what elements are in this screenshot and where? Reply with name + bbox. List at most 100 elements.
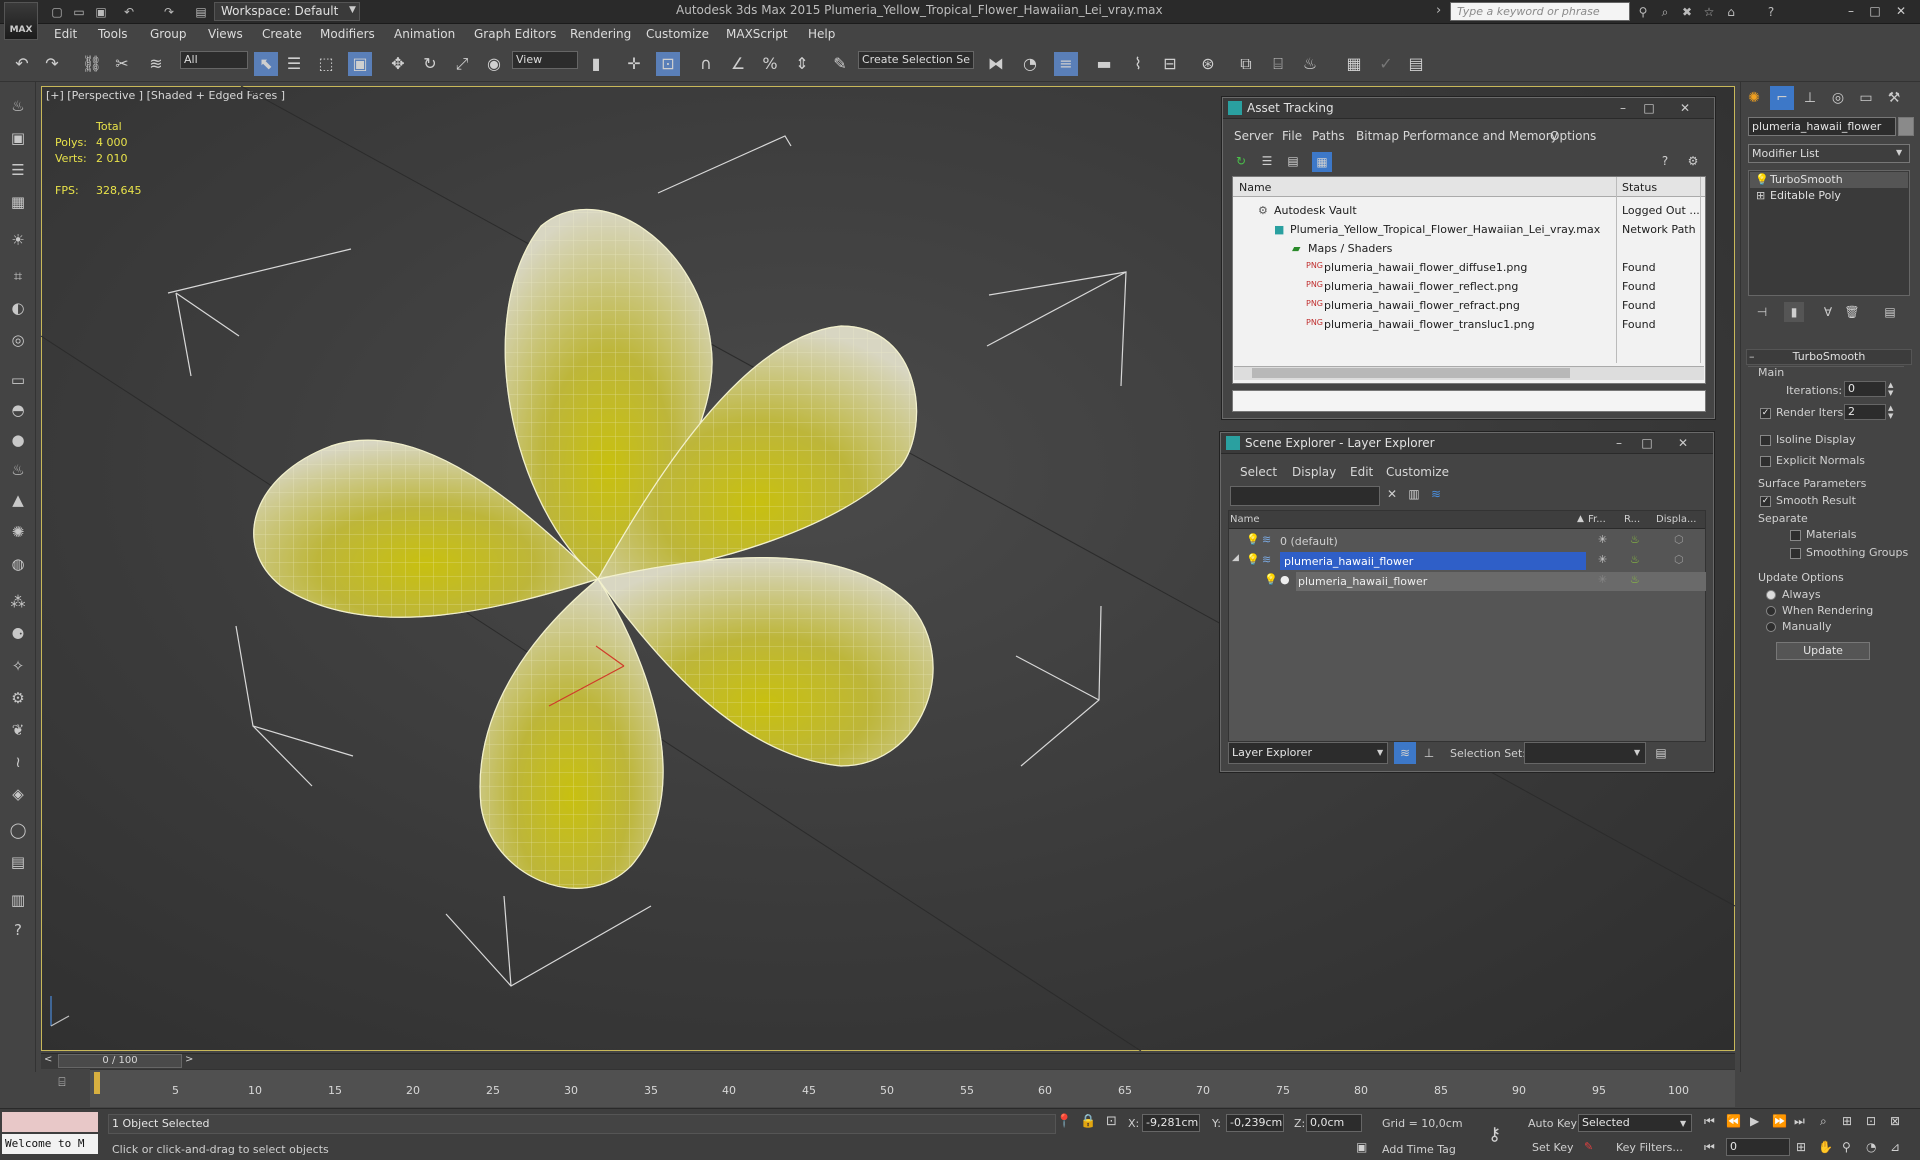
current-frame-marker[interactable]: [94, 1072, 100, 1094]
schematic-view-icon[interactable]: ⊟: [1158, 52, 1182, 76]
next-frame-icon[interactable]: ⏩: [1772, 1114, 1787, 1128]
new-file-icon[interactable]: ▢: [48, 3, 66, 21]
unlink-icon[interactable]: ✂: [110, 52, 134, 76]
modify-tab-icon[interactable]: ⌐: [1770, 86, 1794, 110]
walk-through-icon[interactable]: ⚲: [1842, 1140, 1851, 1154]
asset-close-button[interactable]: ✕: [1674, 99, 1696, 117]
application-button[interactable]: MAX: [4, 2, 38, 40]
menu-animation[interactable]: Animation: [394, 27, 455, 41]
rendered-frame-icon[interactable]: ⌸: [1266, 52, 1290, 76]
render-iters-spinner[interactable]: 2: [1844, 404, 1886, 420]
menu-maxscript[interactable]: MAXScript: [726, 27, 788, 41]
plant-icon[interactable]: ❦: [6, 718, 30, 742]
y-coordinate-field[interactable]: -0,239cm: [1226, 1114, 1284, 1132]
hierarchy-tab-icon[interactable]: ⊥: [1798, 86, 1822, 110]
object-name[interactable]: plumeria_hawaii_flower: [1298, 575, 1427, 588]
auto-key-button[interactable]: Auto Key: [1528, 1117, 1577, 1130]
field-of-view-icon[interactable]: ⊿: [1890, 1140, 1900, 1154]
favorite-star-icon[interactable]: ☆: [1700, 3, 1718, 21]
explorer-menu-display[interactable]: Display: [1292, 465, 1336, 479]
display-box-icon[interactable]: ⬡: [1674, 533, 1684, 546]
col-freeze[interactable]: Fr...: [1588, 514, 1606, 525]
camera-icon[interactable]: ⌗: [6, 264, 30, 288]
render-teapot-icon[interactable]: ♨: [1630, 573, 1640, 586]
filter-icon[interactable]: ▥: [1404, 484, 1424, 504]
light-bulb-icon[interactable]: 💡: [1246, 553, 1260, 566]
select-manipulate-icon[interactable]: ✛: [622, 52, 646, 76]
project-folder-icon[interactable]: ▤: [192, 3, 210, 21]
graphite-toggle-icon[interactable]: ▬: [1092, 52, 1116, 76]
torus-icon[interactable]: ◍: [6, 552, 30, 576]
pen-icon[interactable]: ✓: [1374, 52, 1398, 76]
turbosmooth-rollout-header[interactable]: TurboSmooth: [1746, 349, 1912, 365]
rectangular-selection-icon[interactable]: ⬚: [314, 52, 338, 76]
slider-prev-icon[interactable]: <: [44, 1054, 52, 1065]
hair-icon[interactable]: ≀: [6, 750, 30, 774]
modifier-list-dropdown[interactable]: Modifier List: [1748, 144, 1910, 163]
menu-edit[interactable]: Edit: [54, 27, 77, 41]
materials-checkbox[interactable]: [1790, 530, 1801, 541]
remove-modifier-icon[interactable]: 🗑: [1842, 302, 1862, 322]
menu-tools[interactable]: Tools: [98, 27, 128, 41]
display-tab-icon[interactable]: ▭: [1854, 86, 1878, 110]
asset-row-name[interactable]: plumeria_hawaii_flower_reflect.png: [1324, 280, 1518, 293]
film-icon[interactable]: ◎: [6, 328, 30, 352]
render-iters-checkbox[interactable]: ✓: [1760, 408, 1771, 419]
asset-maximize-button[interactable]: □: [1638, 99, 1660, 117]
thumbnail-view-icon[interactable]: ▤: [1284, 152, 1302, 170]
asset-row-name[interactable]: Plumeria_Yellow_Tropical_Flower_Hawaiian…: [1290, 223, 1600, 236]
sun-icon[interactable]: ✺: [6, 520, 30, 544]
freeze-icon[interactable]: ✳: [1598, 573, 1607, 586]
set-key-button[interactable]: Set Key: [1532, 1141, 1574, 1154]
cone-icon[interactable]: ▲: [6, 488, 30, 512]
go-to-end-icon[interactable]: ⏭: [1794, 1114, 1805, 1129]
asset-row-name[interactable]: plumeria_hawaii_flower_transluc1.png: [1324, 318, 1535, 331]
redo-icon[interactable]: ↷: [40, 52, 64, 76]
explorer-mode-dropdown[interactable]: Layer Explorer: [1228, 742, 1388, 764]
object-name-field[interactable]: plumeria_hawaii_flower: [1748, 117, 1896, 136]
maximize-button[interactable]: □: [1864, 2, 1886, 20]
curve-editor-icon[interactable]: ⌇: [1126, 52, 1150, 76]
zoom-icon[interactable]: ⌕: [1820, 1114, 1827, 1129]
layer-mode-icon[interactable]: ≋: [1394, 742, 1416, 764]
tools-icon[interactable]: ✖: [1678, 3, 1696, 21]
explicit-normals-checkbox[interactable]: [1760, 456, 1771, 467]
explorer-menu-customize[interactable]: Customize: [1386, 465, 1449, 479]
key-filters-button[interactable]: Key Filters...: [1616, 1141, 1683, 1154]
menu-views[interactable]: Views: [208, 27, 243, 41]
workspace-dropdown[interactable]: Workspace: Default: [214, 2, 360, 21]
make-unique-icon[interactable]: ∀: [1818, 302, 1838, 322]
teapot-icon[interactable]: ♨: [6, 94, 30, 118]
minimize-button[interactable]: –: [1840, 2, 1862, 20]
menu-modifiers[interactable]: Modifiers: [320, 27, 375, 41]
maxscript-listener-output[interactable]: Welcome to M: [2, 1134, 98, 1154]
biped-icon[interactable]: ✧: [6, 654, 30, 678]
link-icon[interactable]: ⛓: [80, 52, 104, 76]
asset-col-name[interactable]: Name: [1239, 181, 1271, 194]
isolate-selection-icon[interactable]: 📍: [1056, 1114, 1072, 1129]
iterations-spinner[interactable]: 0: [1844, 381, 1886, 397]
col-name[interactable]: Name: [1230, 514, 1260, 525]
asset-menu-file[interactable]: File: [1282, 129, 1302, 143]
maxscript-listener-input[interactable]: [2, 1112, 98, 1132]
rotate-icon[interactable]: ↻: [418, 52, 442, 76]
asset-col-status[interactable]: Status: [1622, 181, 1657, 194]
col-display[interactable]: Displa...: [1656, 514, 1696, 525]
render-icon[interactable]: ▣: [6, 126, 30, 150]
checker-icon[interactable]: ▦: [1342, 52, 1366, 76]
smooth-result-checkbox[interactable]: ✓: [1760, 496, 1771, 507]
freeze-icon[interactable]: ✳: [1598, 533, 1607, 546]
select-by-name-icon[interactable]: ☰: [282, 52, 306, 76]
undo-icon[interactable]: ↶: [120, 3, 138, 21]
selection-set-dropdown[interactable]: [1524, 742, 1646, 764]
create-tab-icon[interactable]: ✺: [1742, 86, 1766, 110]
spinner-arrows-icon[interactable]: ▲ ▼: [1888, 404, 1893, 420]
search-input[interactable]: Type a keyword or phrase: [1450, 2, 1630, 21]
render-teapot-icon[interactable]: ♨: [1630, 553, 1640, 566]
snaps-toggle-icon[interactable]: ∩: [694, 52, 718, 76]
display-box-icon[interactable]: ⬡: [1674, 553, 1684, 566]
teapot-primitive-icon[interactable]: ♨: [6, 458, 30, 482]
help-icon[interactable]: ?: [1762, 3, 1780, 21]
when-rendering-radio[interactable]: [1766, 606, 1776, 616]
open-file-icon[interactable]: ▭: [70, 3, 88, 21]
